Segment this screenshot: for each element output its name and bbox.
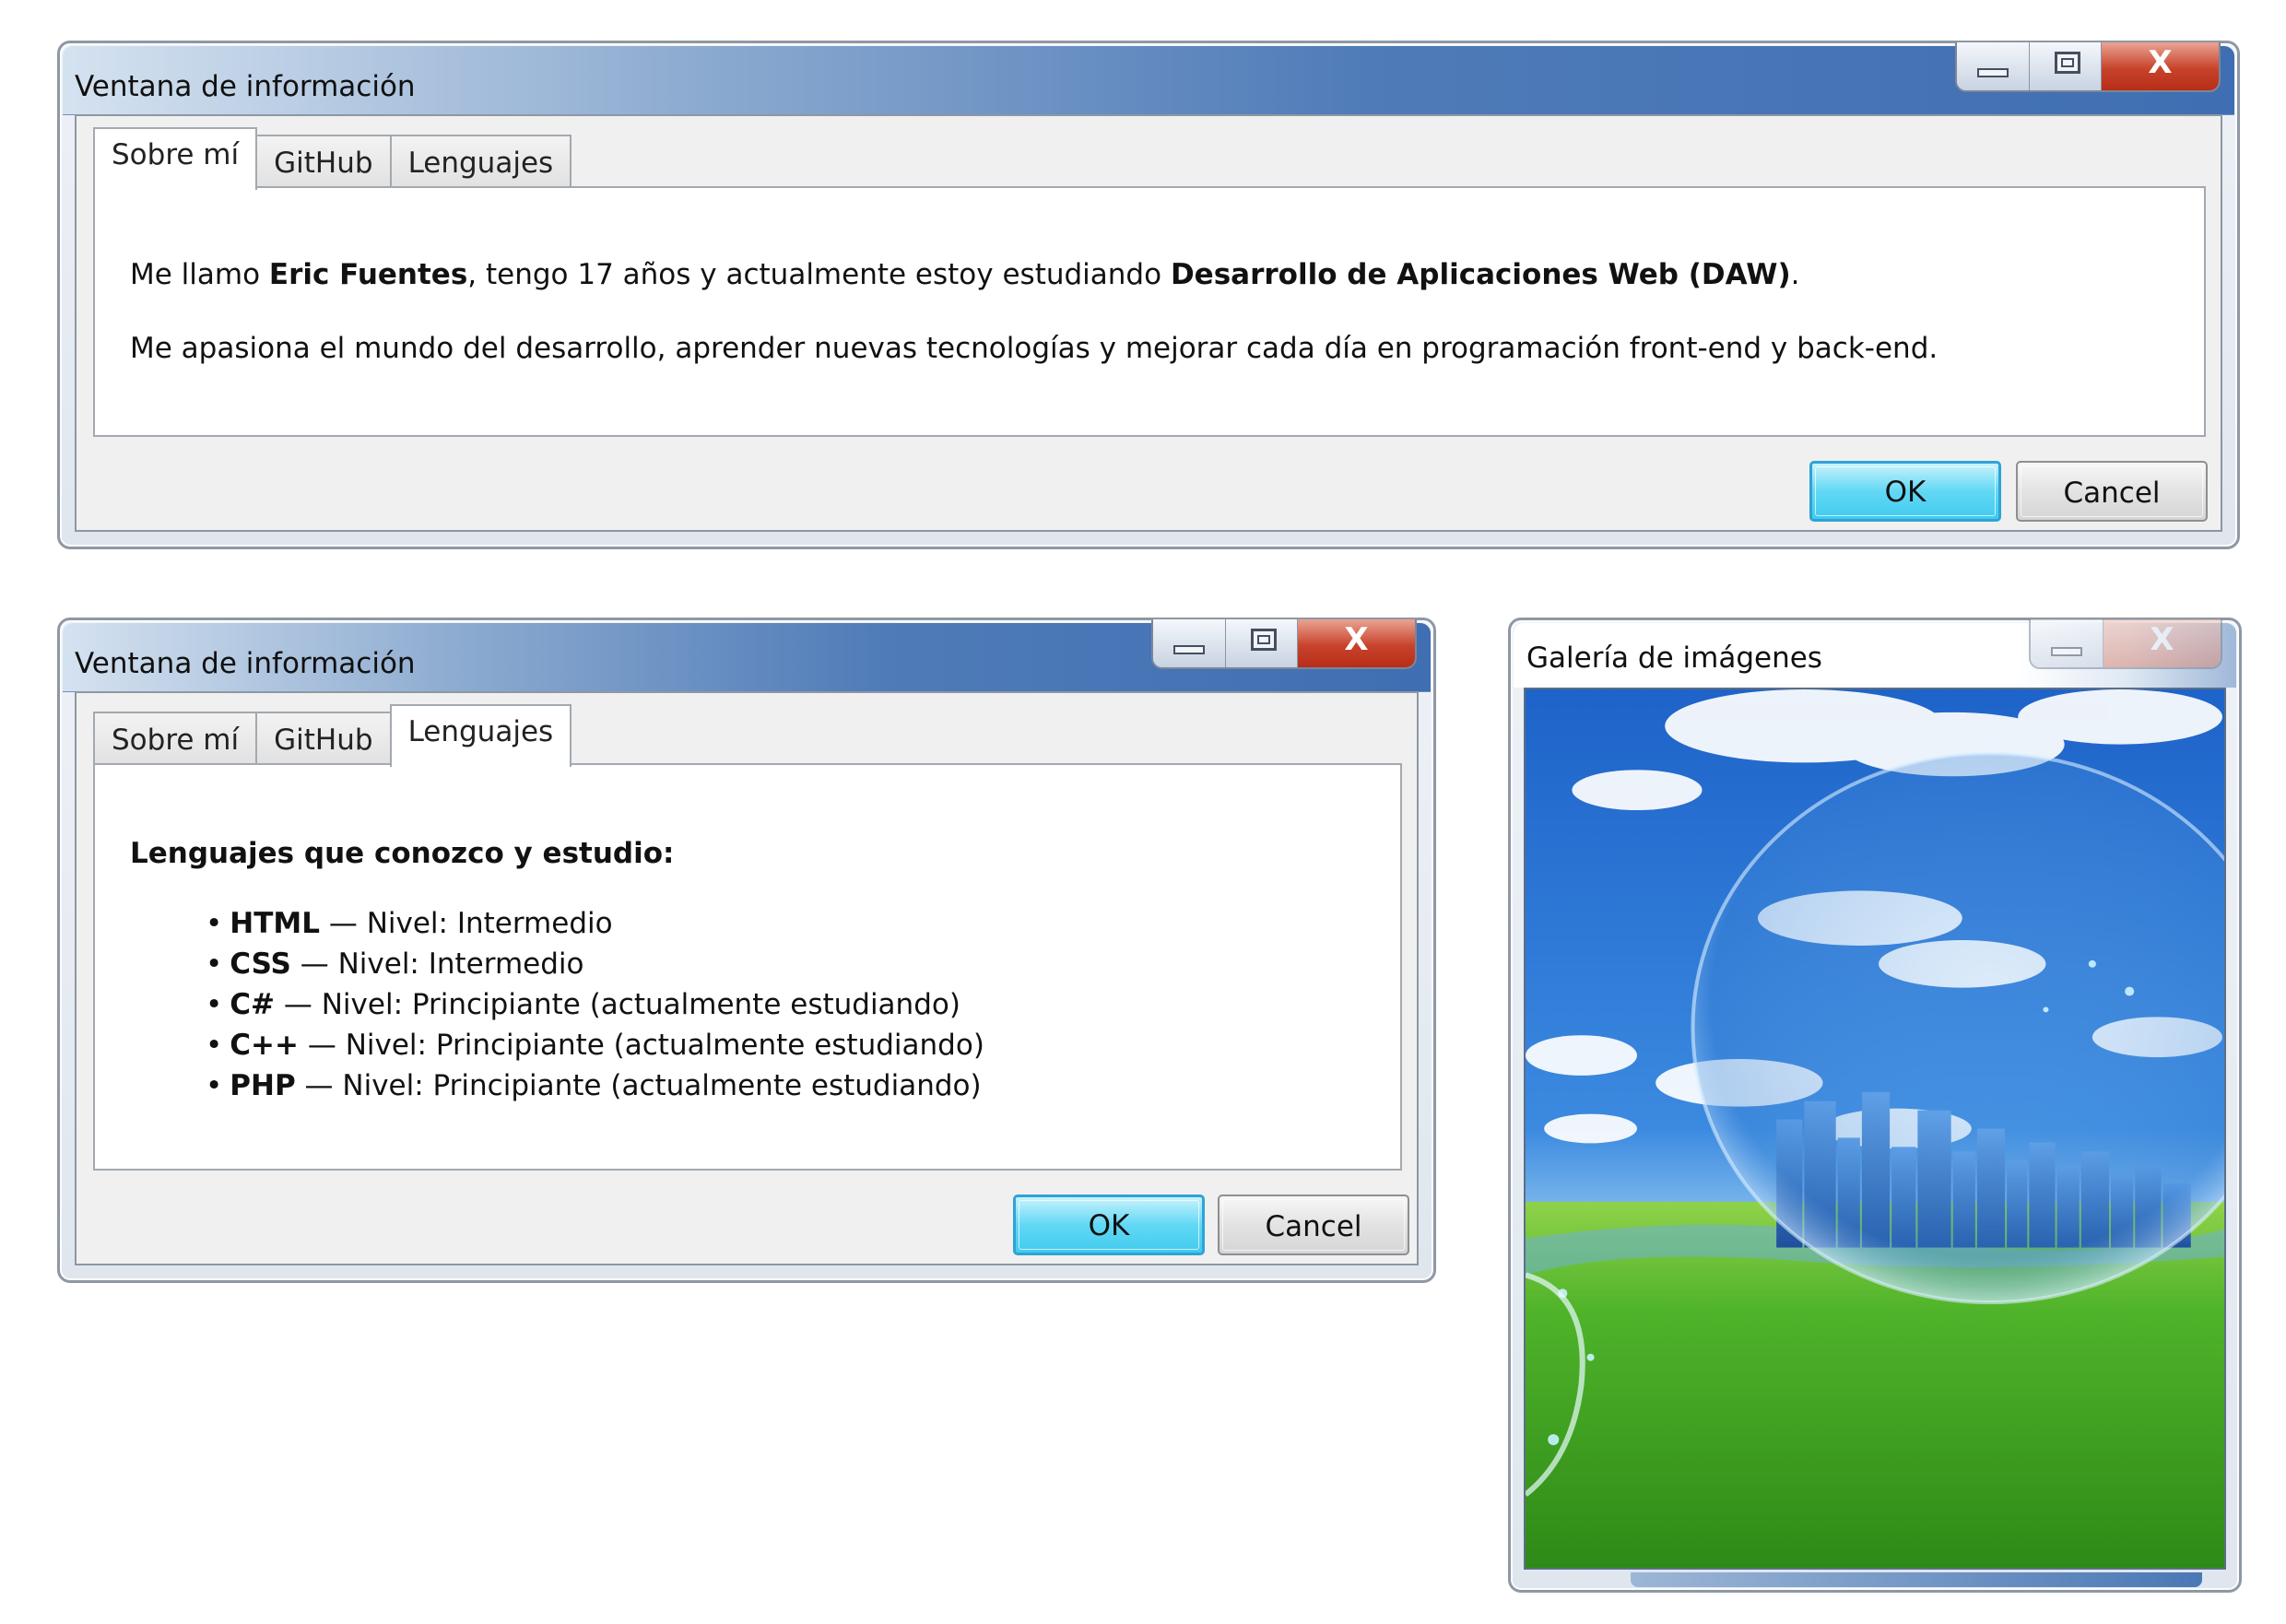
bullet: • xyxy=(206,947,223,981)
caption-buttons: X xyxy=(2029,619,2222,669)
language-name: C# xyxy=(230,988,276,1021)
languages-window: Ventana de información X Sobre mí GitHub… xyxy=(57,618,1436,1283)
passion-paragraph: Me apasiona el mundo del desarrollo, apr… xyxy=(130,332,1938,365)
language-name: C++ xyxy=(230,1029,299,1062)
tab-lenguajes[interactable]: Lenguajes xyxy=(389,704,572,767)
language-name: PHP xyxy=(230,1069,296,1102)
bullet: • xyxy=(206,988,223,1021)
close-icon: X xyxy=(2150,621,2174,658)
minimize-button[interactable] xyxy=(2031,619,2103,667)
ok-button-label: OK xyxy=(1884,476,1927,509)
minimize-icon xyxy=(1977,68,2009,77)
minimize-icon xyxy=(1173,645,1205,654)
cancel-button-label: Cancel xyxy=(1265,1210,1362,1243)
language-level: — Nivel: Principiante (actualmente estud… xyxy=(295,1069,982,1102)
bio-text-2: , tengo 17 años y actualmente estoy estu… xyxy=(467,258,1171,291)
maximize-button[interactable] xyxy=(2029,42,2101,90)
bio-course: Desarrollo de Aplicaciones Web (DAW) xyxy=(1170,258,1791,291)
gallery-picture xyxy=(1526,689,2224,1568)
about-window: Ventana de información X Sobre mí GitHub… xyxy=(57,41,2240,549)
maximize-button[interactable] xyxy=(1225,619,1297,667)
maximize-icon xyxy=(1251,629,1277,651)
minimize-icon xyxy=(2051,647,2082,656)
list-item: • PHP — Nivel: Principiante (actualmente … xyxy=(206,1065,984,1106)
languages-heading: Lenguajes que conozco y estudio: xyxy=(130,837,675,870)
ok-button[interactable]: OK xyxy=(1809,461,2001,522)
cancel-button-label: Cancel xyxy=(2063,477,2161,510)
tab-github[interactable]: GitHub xyxy=(255,135,392,188)
ok-button-label: OK xyxy=(1088,1209,1130,1242)
language-level: — Nivel: Principiante (actualmente estud… xyxy=(275,988,960,1021)
close-icon: X xyxy=(1344,621,1369,658)
tab-strip: Sobre mí GitHub Lenguajes xyxy=(93,702,572,767)
window-title: Galería de imágenes xyxy=(1526,641,1822,675)
tab-strip: Sobre mí GitHub Lenguajes xyxy=(93,125,572,190)
language-level: — Nivel: Principiante (actualmente estud… xyxy=(299,1029,984,1062)
tab-github[interactable]: GitHub xyxy=(255,712,392,765)
tab-sobre-mi[interactable]: Sobre mí xyxy=(93,127,258,190)
bullet: • xyxy=(206,1029,223,1062)
close-button[interactable]: X xyxy=(1297,619,1415,667)
list-item: • CSS — Nivel: Intermedio xyxy=(206,944,984,984)
languages-window-titlebar[interactable]: Ventana de información X xyxy=(63,619,1431,692)
languages-list: • HTML — Nivel: Intermedio • CSS — Nivel: … xyxy=(206,903,984,1106)
language-name: HTML xyxy=(230,907,320,940)
minimize-button[interactable] xyxy=(1153,619,1225,667)
languages-window-client: Sobre mí GitHub Lenguajes Lenguajes que … xyxy=(75,691,1419,1265)
window-title: Ventana de información xyxy=(75,647,416,680)
list-item: • HTML — Nivel: Intermedio xyxy=(206,903,984,944)
close-button[interactable]: X xyxy=(2103,619,2221,667)
tab-sobre-mi[interactable]: Sobre mí xyxy=(93,712,258,765)
close-icon: X xyxy=(2148,44,2173,81)
ok-button[interactable]: OK xyxy=(1013,1194,1205,1255)
caption-buttons: X xyxy=(1955,42,2221,92)
bio-name: Eric Fuentes xyxy=(268,258,468,291)
bio-text-1: Me llamo xyxy=(130,258,269,291)
bio-text-3: . xyxy=(1790,258,1800,291)
window-title: Ventana de información xyxy=(75,70,416,103)
language-name: CSS xyxy=(230,947,291,981)
maximize-icon xyxy=(2055,52,2080,74)
cancel-button[interactable]: Cancel xyxy=(2016,461,2208,522)
bio-paragraph: Me llamo Eric Fuentes, tengo 17 años y a… xyxy=(130,258,1799,291)
tab-panel-lenguajes: Lenguajes que conozco y estudio: • HTML —… xyxy=(93,763,1402,1171)
gallery-bottom-border xyxy=(1631,1572,2202,1587)
cancel-button[interactable]: Cancel xyxy=(1218,1194,1409,1255)
about-window-titlebar[interactable]: Ventana de información X xyxy=(63,42,2234,115)
bullet: • xyxy=(206,907,223,940)
tab-panel-sobre-mi: Me llamo Eric Fuentes, tengo 17 años y a… xyxy=(93,186,2206,437)
list-item: • C++ — Nivel: Principiante (actualmente … xyxy=(206,1025,984,1065)
minimize-button[interactable] xyxy=(1957,42,2029,90)
gallery-image xyxy=(1524,688,2226,1570)
language-level: — Nivel: Intermedio xyxy=(290,947,584,981)
bullet: • xyxy=(206,1069,223,1102)
language-level: — Nivel: Intermedio xyxy=(320,907,613,940)
about-window-client: Sobre mí GitHub Lenguajes Me llamo Eric … xyxy=(75,114,2222,532)
close-button[interactable]: X xyxy=(2101,42,2219,90)
list-item: • C# — Nivel: Principiante (actualmente e… xyxy=(206,984,984,1025)
gallery-window: Galería de imágenes X xyxy=(1508,618,2242,1593)
tab-lenguajes[interactable]: Lenguajes xyxy=(389,135,572,188)
gallery-window-titlebar[interactable]: Galería de imágenes X xyxy=(1514,619,2236,688)
caption-buttons: X xyxy=(1151,619,1417,669)
